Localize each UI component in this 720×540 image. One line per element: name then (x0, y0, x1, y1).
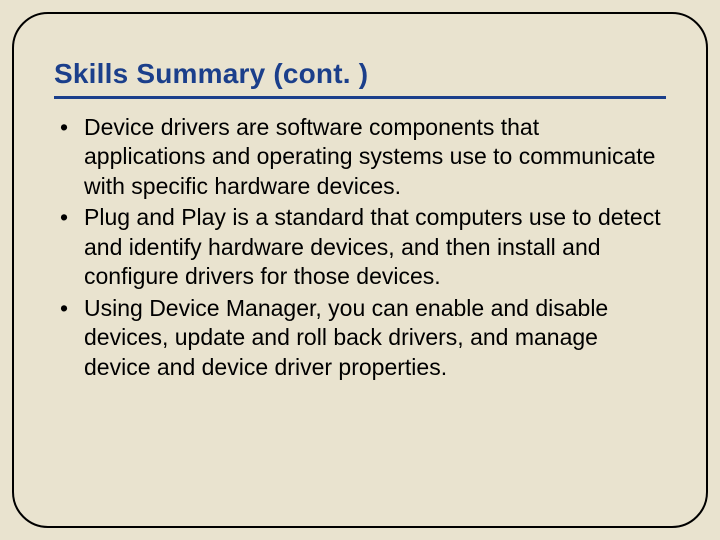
bullet-list: Device drivers are software components t… (54, 113, 666, 382)
slide: Skills Summary (cont. ) Device drivers a… (0, 0, 720, 540)
list-item: Plug and Play is a standard that compute… (54, 203, 666, 291)
list-item: Using Device Manager, you can enable and… (54, 294, 666, 382)
list-item: Device drivers are software components t… (54, 113, 666, 201)
slide-frame: Skills Summary (cont. ) Device drivers a… (12, 12, 708, 528)
slide-title: Skills Summary (cont. ) (54, 58, 666, 90)
title-underline (54, 96, 666, 99)
